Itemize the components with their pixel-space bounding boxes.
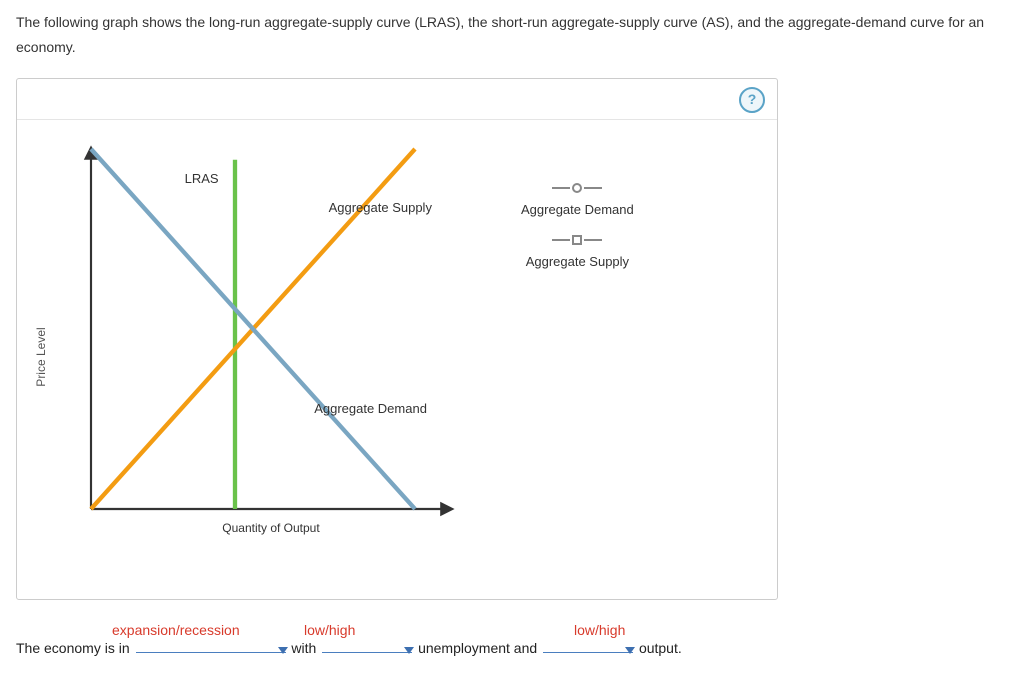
chevron-down-icon bbox=[278, 647, 288, 654]
blank-1-dropdown[interactable] bbox=[136, 652, 286, 653]
chart-area: Price Level LRAS Aggregate S bbox=[41, 139, 753, 575]
answer-sentence: expansion/recession low/high low/high Th… bbox=[16, 614, 1008, 662]
legend: Aggregate Demand Aggregate Supply bbox=[521, 179, 634, 277]
x-axis-label: Quantity of Output bbox=[91, 521, 451, 535]
hint-blank-2: low/high bbox=[304, 616, 355, 644]
sentence-suffix: output. bbox=[639, 640, 682, 656]
legend-label-as: Aggregate Supply bbox=[526, 254, 629, 269]
graph-panel: ? Price Level LRAS bbox=[16, 78, 778, 600]
legend-label-ad: Aggregate Demand bbox=[521, 202, 634, 217]
chevron-down-icon bbox=[625, 647, 635, 654]
y-axis-label: Price Level bbox=[34, 328, 48, 387]
help-icon[interactable]: ? bbox=[739, 87, 765, 113]
hint-blank-3: low/high bbox=[574, 616, 625, 644]
plot-area[interactable]: LRAS Aggregate Supply Aggregate Demand bbox=[91, 149, 451, 509]
legend-symbol-as bbox=[550, 234, 604, 246]
chevron-down-icon bbox=[404, 647, 414, 654]
panel-divider bbox=[17, 119, 777, 120]
hint-blank-1: expansion/recession bbox=[112, 616, 240, 644]
question-intro: The following graph shows the long-run a… bbox=[16, 10, 1008, 60]
legend-item-ad[interactable] bbox=[521, 179, 634, 194]
legend-symbol-ad bbox=[550, 182, 604, 194]
blank-3-dropdown[interactable] bbox=[543, 652, 633, 653]
legend-item-as[interactable] bbox=[521, 231, 634, 246]
blank-2-dropdown[interactable] bbox=[322, 652, 412, 653]
sentence-mid2: unemployment and bbox=[418, 640, 541, 656]
